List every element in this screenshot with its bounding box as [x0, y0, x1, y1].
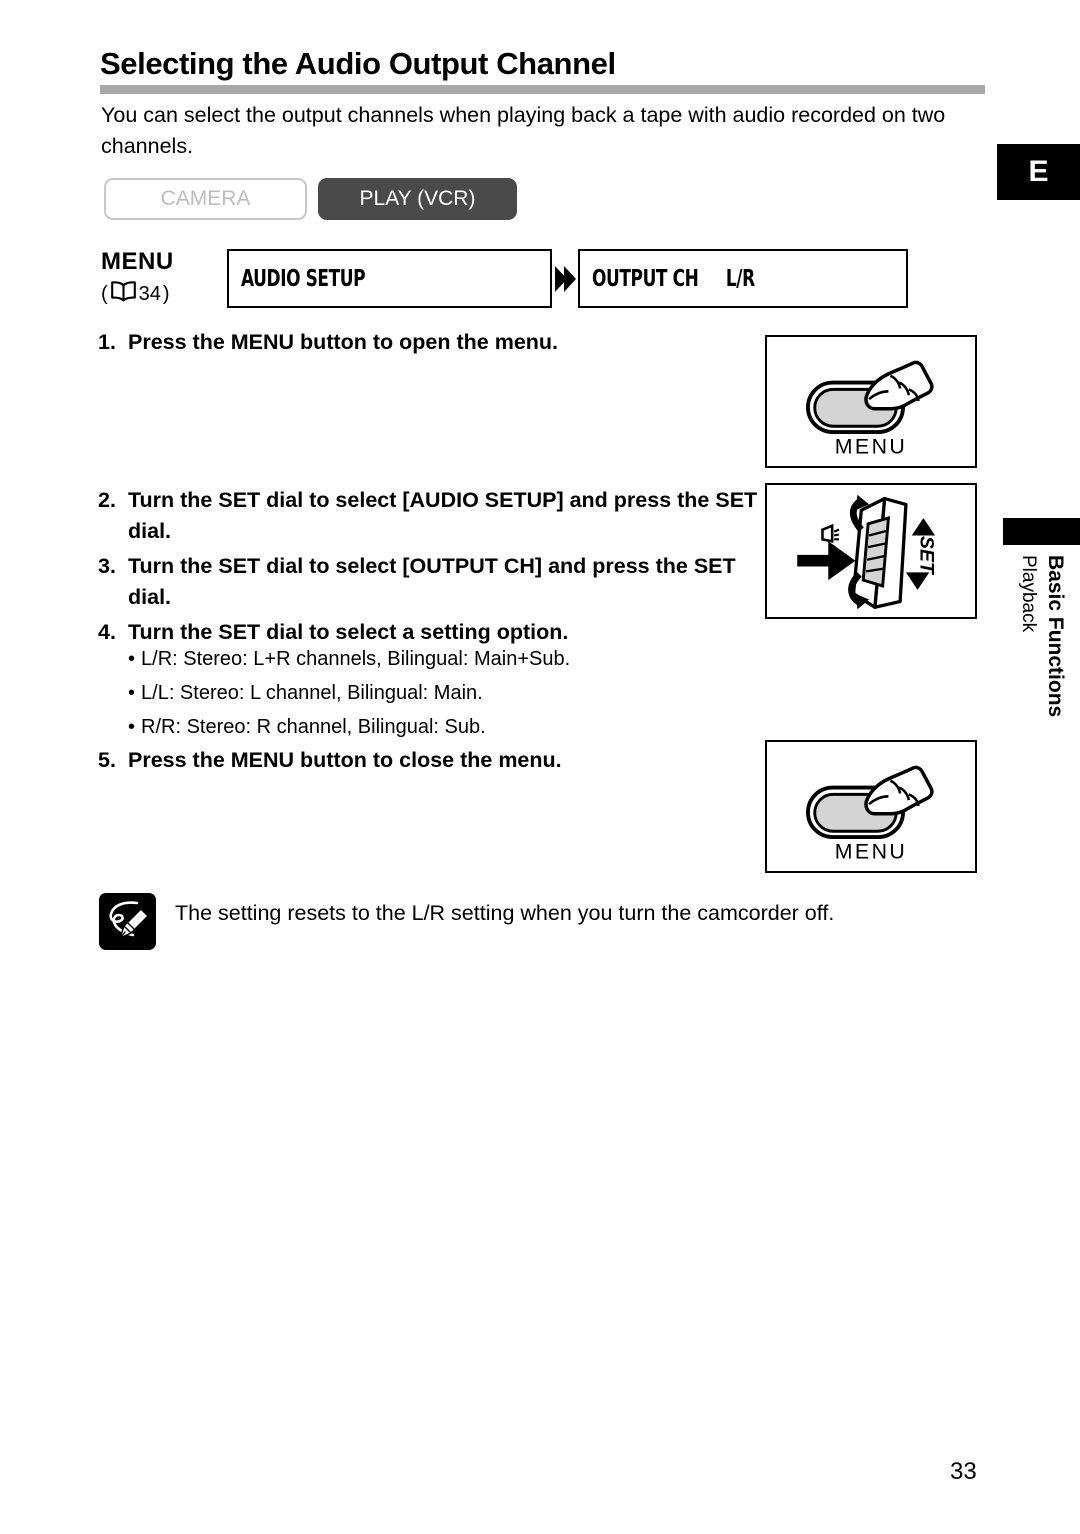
step-number-3: 3. — [98, 554, 116, 578]
mode-indicator-row: CAMERA PLAY (VCR) — [104, 178, 517, 220]
note-text: The setting resets to the L/R setting wh… — [175, 901, 835, 925]
step-text-1: Press the MENU button to open the menu. — [128, 330, 559, 354]
setting-option-item: • L/L: Stereo: L channel, Bilingual: Main… — [128, 683, 748, 703]
step-number-5: 5. — [98, 748, 116, 772]
step-item-5: 5. Press the MENU button to close the me… — [98, 745, 758, 776]
bullet-glyph: • — [128, 648, 136, 670]
menu-path-box-output-ch: OUTPUT CH L/R — [578, 249, 908, 308]
menu-page-number: 34 — [138, 282, 161, 305]
memo-pencil-icon — [99, 893, 156, 950]
page-title-block: Selecting the Audio Output Channel — [100, 46, 990, 81]
step-text-5: Press the MENU button to close the menu. — [128, 748, 562, 772]
menu-button-caption: MENU — [835, 839, 908, 863]
step-number-2: 2. — [98, 488, 116, 512]
setting-options-list: • L/R: Stereo: L+R channels, Bilingual: M… — [128, 649, 748, 751]
set-dial-icon: SET — [797, 494, 938, 610]
mode-pill-play-vcr: PLAY (VCR) — [318, 178, 517, 220]
menu-path-box-audio-setup-label: AUDIO SETUP — [241, 265, 366, 292]
illustration-menu-button-open: MENU — [765, 335, 977, 468]
step-item-3: 3. Turn the SET dial to select [OUTPUT C… — [98, 551, 758, 612]
heading-underline-rule — [100, 85, 985, 94]
menu-page-reference: ( 34 ) — [101, 281, 221, 306]
menu-path-box-audio-setup: AUDIO SETUP — [227, 249, 552, 308]
setting-option-item: • L/R: Stereo: L+R channels, Bilingual: M… — [128, 649, 748, 669]
intro-paragraph: You can select the output channels when … — [101, 103, 946, 158]
menu-button-press-icon: MENU — [806, 360, 934, 458]
menu-path-box-output-ch-label: OUTPUT CH L/R — [592, 265, 755, 292]
side-tab-sub-label: Playback — [1018, 555, 1039, 633]
page-number: 33 — [950, 1458, 977, 1485]
side-tab-labels: Basic Functions Playback — [1006, 555, 1080, 755]
step-item-1: 1. Press the MENU button to open the men… — [98, 327, 738, 358]
illustration-menu-button-close: MENU — [765, 740, 977, 873]
menu-path-row: AUDIO SETUP OUTPUT CH L/R — [227, 249, 908, 308]
step-text-3: Turn the SET dial to select [OUTPUT CH] … — [128, 554, 736, 609]
illustration-set-dial: SET — [765, 483, 977, 619]
step-text-4: Turn the SET dial to select a setting op… — [128, 620, 569, 644]
menu-button-caption: MENU — [835, 434, 908, 458]
menu-button-press-icon: MENU — [806, 765, 934, 863]
setting-option-item: • R/R: Stereo: R channel, Bilingual: Sub. — [128, 717, 748, 737]
setting-option-text: L/L: Stereo: L channel, Bilingual: Main. — [141, 682, 483, 704]
paren-close: ) — [162, 282, 170, 305]
note-callout: The setting resets to the L/R setting wh… — [99, 893, 979, 950]
edition-badge: E — [997, 144, 1080, 200]
step-text-2: Turn the SET dial to select [AUDIO SETUP… — [128, 488, 758, 543]
setting-option-text: R/R: Stereo: R channel, Bilingual: Sub. — [141, 716, 486, 738]
page-title: Selecting the Audio Output Channel — [100, 46, 616, 81]
bullet-glyph: • — [128, 716, 136, 738]
bullet-glyph: • — [128, 682, 136, 704]
step-number-4: 4. — [98, 620, 116, 644]
mode-pill-camera: CAMERA — [104, 178, 307, 220]
paren-open: ( — [101, 282, 108, 305]
step-number-1: 1. — [98, 330, 116, 354]
double-chevron-right-icon — [552, 264, 578, 294]
menu-reference-block: MENU ( 34 ) — [101, 250, 221, 306]
step-item-4: 4. Turn the SET dial to select a setting… — [98, 617, 758, 648]
side-tab-bar — [1003, 518, 1080, 545]
set-dial-caption: SET — [916, 536, 938, 576]
side-tab-main-label: Basic Functions — [1044, 555, 1067, 718]
setting-option-text: L/R: Stereo: L+R channels, Bilingual: Ma… — [141, 648, 571, 670]
step-item-2: 2. Turn the SET dial to select [AUDIO SE… — [98, 485, 758, 546]
book-icon — [110, 281, 137, 306]
menu-keyword: MENU — [101, 248, 174, 275]
